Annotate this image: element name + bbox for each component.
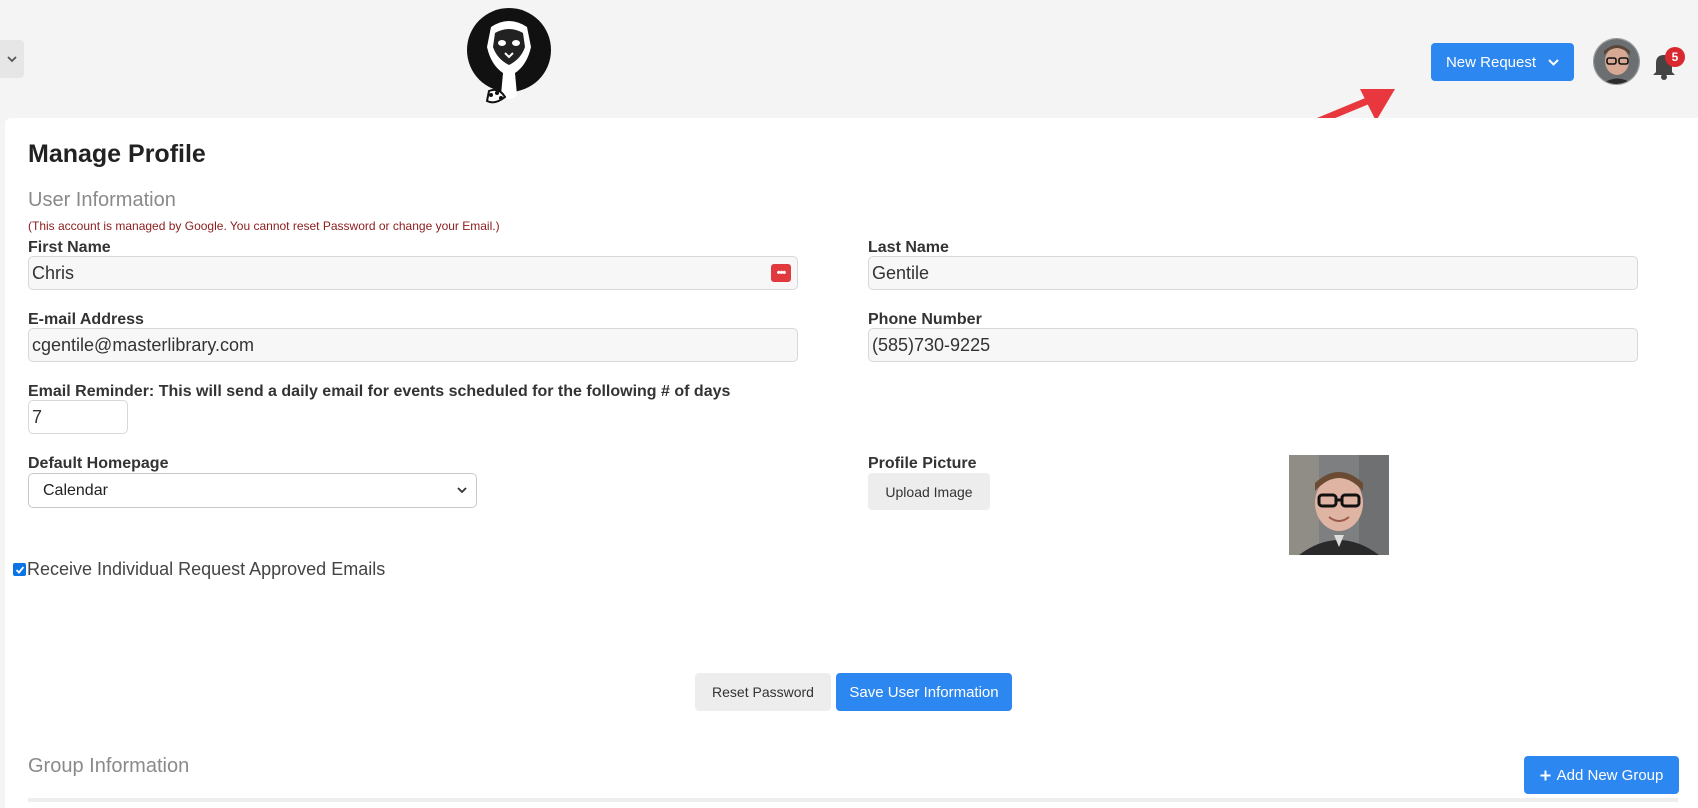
profile-picture <box>1289 455 1389 555</box>
new-request-label: New Request <box>1445 53 1537 71</box>
email-field[interactable]: cgentile@masterlibrary.com <box>28 328 798 362</box>
default-homepage-select[interactable]: Calendar <box>28 473 477 508</box>
approved-emails-checkbox[interactable] <box>13 563 26 576</box>
phone-field[interactable]: (585)730-9225 <box>868 328 1638 362</box>
checkmark-icon <box>15 565 24 574</box>
last-name-label: Last Name <box>868 239 949 256</box>
add-new-group-button[interactable]: Add New Group <box>1524 756 1679 794</box>
user-avatar[interactable] <box>1593 38 1640 85</box>
page-title: Manage Profile <box>28 140 206 168</box>
phone-value: (585)730-9225 <box>872 334 991 355</box>
panther-logo <box>465 7 553 109</box>
first-name-label: First Name <box>28 239 111 256</box>
first-name-value: Chris <box>32 262 75 283</box>
default-homepage-value: Calendar <box>43 481 108 499</box>
profile-picture-label: Profile Picture <box>868 455 977 472</box>
chevron-down-icon <box>1548 59 1559 66</box>
upload-image-button[interactable]: Upload Image <box>868 473 990 510</box>
group-information-heading: Group Information <box>28 755 190 777</box>
email-reminder-value: 7 <box>32 406 43 427</box>
phone-label: Phone Number <box>868 311 982 328</box>
approved-emails-option[interactable]: Receive Individual Request Approved Emai… <box>13 559 385 580</box>
menu-toggle-button[interactable] <box>0 40 24 78</box>
user-information-heading: User Information <box>28 189 176 211</box>
plus-icon <box>1540 770 1551 780</box>
approved-emails-label: Receive Individual Request Approved Emai… <box>27 559 386 579</box>
last-name-field[interactable]: Gentile <box>868 256 1638 290</box>
reset-password-button[interactable]: Reset Password <box>695 673 831 711</box>
top-bar: New Request 5 <box>0 0 1698 171</box>
add-new-group-label: Add New Group <box>1556 766 1664 784</box>
group-table-top <box>28 798 1678 802</box>
default-homepage-label: Default Homepage <box>28 455 169 472</box>
password-manager-icon[interactable]: ••• <box>771 264 791 282</box>
google-account-notice: (This account is managed by Google. You … <box>28 219 500 233</box>
notification-count-badge: 5 <box>1665 47 1685 67</box>
new-request-button[interactable]: New Request <box>1431 43 1574 81</box>
email-reminder-days-input[interactable]: 7 <box>28 400 128 434</box>
email-label: E-mail Address <box>28 311 144 328</box>
save-user-information-button[interactable]: Save User Information <box>836 673 1012 711</box>
last-name-value: Gentile <box>872 262 930 283</box>
first-name-field[interactable]: Chris ••• <box>28 256 798 290</box>
chevron-down-icon <box>7 56 17 63</box>
chevron-down-icon <box>457 487 467 494</box>
email-reminder-label: Email Reminder: This will send a daily e… <box>28 383 731 400</box>
email-value: cgentile@masterlibrary.com <box>32 334 255 355</box>
